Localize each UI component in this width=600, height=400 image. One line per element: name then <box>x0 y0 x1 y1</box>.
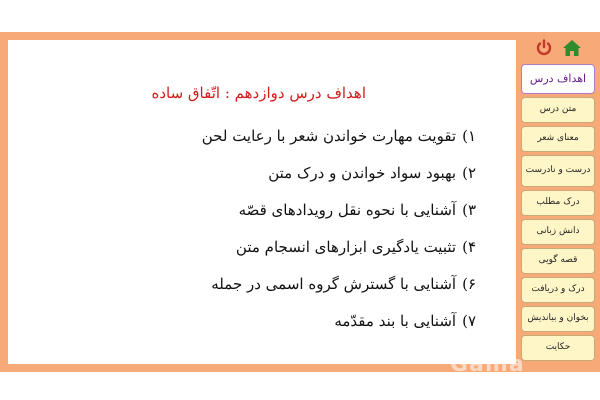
objective-text: آشنایی با نحوه نقل رویدادهای قصّه <box>238 201 457 219</box>
objective-item: ۳) آشنایی با نحوه نقل رویدادهای قصّه <box>36 192 476 229</box>
objective-item: ۴) تثبیت یادگیری ابزارهای انسجام متن <box>36 229 476 266</box>
menu-item-storytelling[interactable]: قصه گویی <box>521 248 595 274</box>
menu-item-language-knowledge[interactable]: دانش زبانی <box>521 219 595 245</box>
menu-item-comprehension[interactable]: درک مطلب <box>521 190 595 216</box>
sidebar-menu: اهداف درس متن درس معنای شعر درست و نادرس… <box>521 34 595 368</box>
objective-text: تثبیت یادگیری ابزارهای انسجام متن <box>235 238 457 256</box>
menu-item-poem-meaning[interactable]: معنای شعر <box>521 126 595 152</box>
menu-item-read-and-think[interactable]: بخوان و بیاندیش <box>521 306 595 332</box>
objective-number: ۷) <box>462 312 476 330</box>
objectives-list: ۱) تقویت مهارت خواندن شعر با رعایت لحن ۲)… <box>36 118 476 340</box>
objective-item: ۷) آشنایی با بند مقدّمه <box>36 303 476 340</box>
objective-number: ۴) <box>462 238 476 256</box>
menu-item-true-false[interactable]: درست و نادرست <box>521 155 595 187</box>
menu-item-lesson-text[interactable]: متن درس <box>521 97 595 123</box>
objective-number: ۱) <box>462 127 476 145</box>
home-icon[interactable] <box>561 37 583 59</box>
lesson-title: اهداف درس دوازدهم : اتّفاق ساده <box>151 84 366 102</box>
objective-item: ۶) آشنایی با گسترش گروه اسمی در جمله <box>36 266 476 303</box>
objective-number: ۳) <box>462 201 476 219</box>
objective-number: ۲) <box>462 164 476 182</box>
menu-item-understanding[interactable]: درک و دریافت <box>521 277 595 303</box>
lesson-menu: اهداف درس متن درس معنای شعر درست و نادرس… <box>521 64 595 361</box>
menu-item-anecdote[interactable]: حکایت <box>521 335 595 361</box>
objective-text: آشنایی با گسترش گروه اسمی در جمله <box>211 275 457 293</box>
menu-item-objectives[interactable]: اهداف درس <box>521 64 595 94</box>
objective-item: ۱) تقویت مهارت خواندن شعر با رعایت لحن <box>36 118 476 155</box>
objective-number: ۶) <box>462 275 476 293</box>
objective-text: تقویت مهارت خواندن شعر با رعایت لحن <box>201 127 457 145</box>
objective-item: ۲) بهبود سواد خواندن و درک متن <box>36 155 476 192</box>
objective-text: بهبود سواد خواندن و درک متن <box>268 164 457 182</box>
top-icons <box>521 34 595 62</box>
watermark: Gama <box>450 352 525 377</box>
power-icon[interactable] <box>533 37 555 59</box>
objective-text: آشنایی با بند مقدّمه <box>334 312 457 330</box>
content-panel: اهداف درس دوازدهم : اتّفاق ساده ۱) تقویت … <box>8 40 516 364</box>
